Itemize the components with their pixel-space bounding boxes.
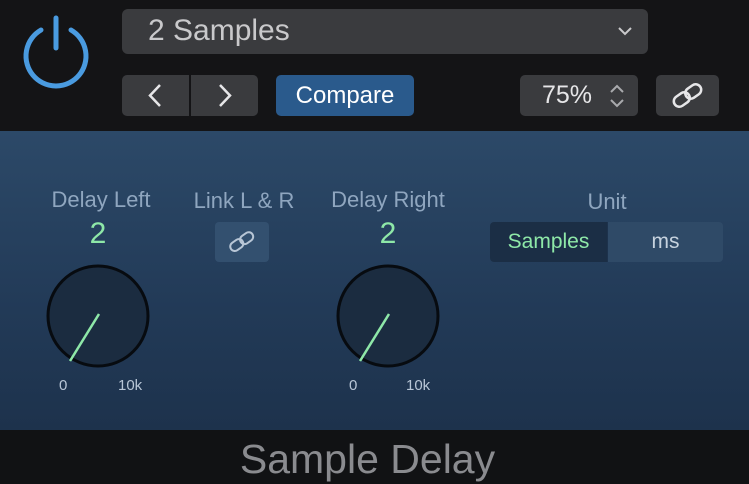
chevron-left-icon (148, 84, 161, 107)
preset-name: 2 Samples (148, 14, 290, 47)
plugin-name: Sample Delay (239, 436, 496, 482)
knob-dial (336, 264, 440, 368)
power-icon (23, 15, 89, 89)
link-lr-button[interactable] (215, 222, 269, 262)
link-button[interactable] (656, 75, 719, 116)
link-icon (229, 231, 255, 252)
power-button[interactable] (17, 12, 95, 90)
compare-button[interactable]: Compare (276, 75, 414, 116)
delay-right-value[interactable]: 2 (338, 217, 438, 251)
chevron-down-icon (618, 27, 632, 36)
delay-left-value[interactable]: 2 (48, 217, 148, 251)
preset-navigation (122, 75, 258, 116)
unit-option-samples[interactable]: Samples (490, 222, 607, 262)
delay-left-label: Delay Left (51, 187, 151, 212)
delay-right-min-label: 0 (349, 377, 358, 394)
delay-right-max-label: 10k (406, 377, 431, 394)
chevron-right-icon (219, 84, 232, 107)
delay-left-knob[interactable] (46, 264, 150, 368)
delay-right-label: Delay Right (331, 187, 445, 212)
zoom-value: 75% (542, 81, 593, 109)
plugin-header: 2 Samples Compare 75% (0, 0, 749, 131)
up-down-arrows-icon (610, 84, 624, 108)
delay-left-max-label: 10k (118, 377, 143, 394)
plugin-footer: Sample Delay (0, 430, 749, 484)
previous-preset-button[interactable] (122, 75, 189, 116)
delay-right-knob[interactable] (336, 264, 440, 368)
link-lr-label: Link L & R (193, 188, 295, 213)
unit-selector: Samples ms (490, 222, 723, 262)
unit-label: Unit (587, 189, 627, 214)
zoom-stepper[interactable]: 75% (520, 75, 638, 116)
unit-option-ms[interactable]: ms (608, 222, 723, 262)
next-preset-button[interactable] (191, 75, 258, 116)
preset-dropdown[interactable]: 2 Samples (122, 9, 648, 54)
link-icon (672, 83, 703, 108)
delay-left-min-label: 0 (59, 377, 68, 394)
knob-dial (46, 264, 150, 368)
